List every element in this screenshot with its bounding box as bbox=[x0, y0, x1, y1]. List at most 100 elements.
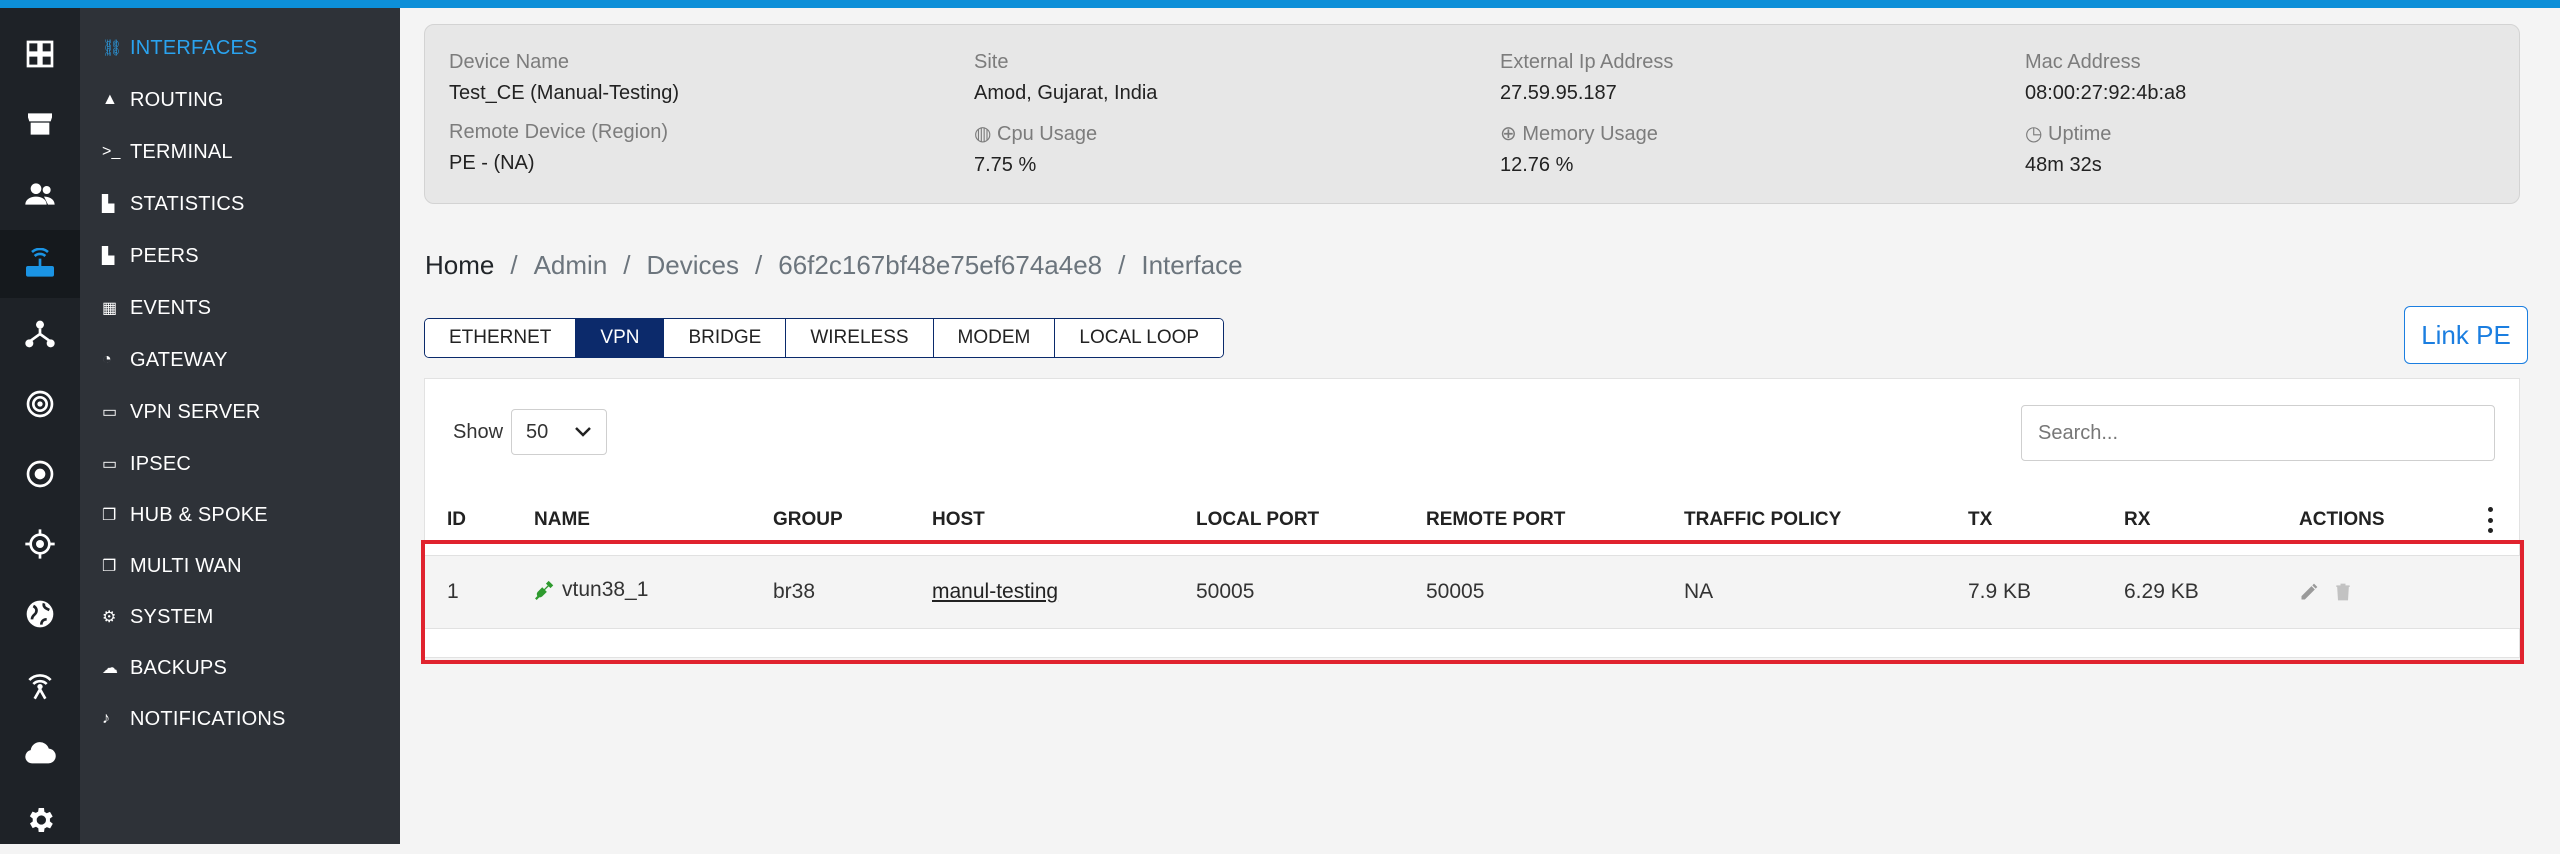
tab-wireless[interactable]: WIRELESS bbox=[786, 319, 934, 357]
column-header-group[interactable]: GROUP bbox=[773, 509, 843, 531]
edit-pencil-icon[interactable] bbox=[2299, 582, 2319, 602]
breadcrumb-device-id[interactable]: 66f2c167bf48e75ef674a4e8 bbox=[778, 250, 1102, 281]
copy-icon: ❐ bbox=[102, 507, 117, 524]
device-name-value: Test_CE (Manual-Testing) bbox=[449, 82, 680, 104]
sidebar-item-system[interactable]: ⚙ SYSTEM bbox=[102, 602, 213, 632]
device-info-card: Device Name Test_CE (Manual-Testing) Sit… bbox=[424, 24, 2520, 204]
delete-trash-icon[interactable] bbox=[2333, 582, 2353, 602]
store-icon[interactable] bbox=[0, 90, 80, 158]
site-label: Site bbox=[974, 51, 1009, 73]
sidebar-item-label: VPN SERVER bbox=[130, 400, 261, 423]
bell-icon: ♪ bbox=[102, 710, 111, 727]
column-header-name[interactable]: NAME bbox=[534, 509, 590, 531]
column-header-rx[interactable]: RX bbox=[2124, 509, 2150, 531]
copy-icon: ❐ bbox=[102, 558, 117, 575]
cell-rx: 6.29 KB bbox=[2124, 580, 2199, 603]
memory-label: ⊕ Memory Usage bbox=[1500, 121, 1658, 146]
tab-modem[interactable]: MODEM bbox=[933, 319, 1056, 357]
cell-remote-port: 50005 bbox=[1426, 580, 1485, 603]
page-size-select[interactable]: 50 bbox=[511, 409, 608, 455]
sidebar-item-notifications[interactable]: ♪ NOTIFICATIONS bbox=[102, 704, 286, 734]
sidebar-item-backups[interactable]: ☁ BACKUPS bbox=[102, 653, 227, 683]
sidebar-item-hub-spoke[interactable]: ❐ HUB & SPOKE bbox=[102, 500, 268, 530]
tab-local-loop[interactable]: LOCAL LOOP bbox=[1055, 319, 1224, 357]
globe-icon[interactable] bbox=[0, 580, 80, 648]
radar-icon[interactable] bbox=[0, 370, 80, 438]
icon-rail bbox=[0, 8, 80, 844]
network-hub-icon[interactable] bbox=[0, 300, 80, 368]
mac-label: Mac Address bbox=[2025, 51, 2141, 73]
external-ip-label: External Ip Address bbox=[1500, 51, 1674, 73]
sidebar-item-peers[interactable]: ▙ PEERS bbox=[102, 241, 199, 271]
breadcrumb-devices[interactable]: Devices bbox=[647, 250, 739, 281]
gauge-icon: ◍ bbox=[974, 123, 998, 145]
sidebar-item-label: BACKUPS bbox=[130, 656, 227, 679]
column-header-remote-port[interactable]: REMOTE PORT bbox=[1426, 509, 1565, 531]
sidebar-item-statistics[interactable]: ▙ STATISTICS bbox=[102, 189, 245, 219]
stopwatch-icon: ◷ bbox=[2025, 123, 2049, 145]
sidebar-menu: ⛓ INTERFACES ▲ ROUTING >_ TERMINAL ▙ STATIST… bbox=[80, 8, 400, 844]
bar-chart-icon: ▙ bbox=[102, 248, 115, 265]
breadcrumb-separator: / bbox=[623, 250, 631, 280]
breadcrumb-home[interactable]: Home bbox=[425, 250, 494, 281]
breadcrumb-separator: / bbox=[1118, 250, 1126, 280]
show-label: Show bbox=[453, 420, 504, 443]
gear-icon: ⚙ bbox=[102, 609, 117, 626]
sidebar-item-events[interactable]: ▦ EVENTS bbox=[102, 293, 211, 323]
table-row[interactable]: 1 vtun38_1 br38 manul-testing 50005 5000… bbox=[425, 555, 2521, 629]
sidebar-item-label: INTERFACES bbox=[130, 36, 258, 59]
sidebar-item-terminal[interactable]: >_ TERMINAL bbox=[102, 137, 233, 167]
sidebar-item-interfaces[interactable]: ⛓ INTERFACES bbox=[102, 33, 258, 63]
site-cell: Site Amod, Gujarat, India bbox=[974, 51, 1157, 105]
column-header-tx[interactable]: TX bbox=[1968, 509, 1992, 531]
users-icon[interactable] bbox=[0, 160, 80, 228]
device-name-cell: Device Name Test_CE (Manual-Testing) bbox=[449, 51, 679, 105]
broadcast-icon[interactable] bbox=[0, 650, 80, 718]
tab-bridge[interactable]: BRIDGE bbox=[664, 319, 787, 357]
sidebar-item-vpn-server[interactable]: ▭ VPN SERVER bbox=[102, 397, 261, 427]
sidebar-item-label: STATISTICS bbox=[130, 192, 245, 215]
sidebar-item-label: PEERS bbox=[130, 244, 199, 267]
cloud-icon[interactable] bbox=[0, 720, 80, 788]
cpu-label: ◍ Cpu Usage bbox=[974, 121, 1097, 146]
column-header-host[interactable]: HOST bbox=[932, 509, 985, 531]
column-header-actions: ACTIONS bbox=[2299, 509, 2385, 530]
sidebar-item-multi-wan[interactable]: ❐ MULTI WAN bbox=[102, 551, 242, 581]
breadcrumb-separator: / bbox=[510, 250, 518, 280]
cell-group: br38 bbox=[773, 580, 816, 603]
column-header-traffic-policy[interactable]: TRAFFIC POLICY bbox=[1684, 509, 1841, 531]
cell-local-port: 50005 bbox=[1196, 580, 1255, 603]
external-ip-value: 27.59.95.187 bbox=[1500, 82, 1617, 104]
road-icon: ▲ bbox=[102, 91, 119, 108]
calendar-icon: ▦ bbox=[102, 300, 118, 317]
search-input[interactable] bbox=[2021, 405, 2495, 461]
column-header-local-port[interactable]: LOCAL PORT bbox=[1196, 509, 1319, 531]
sidebar-item-label: NOTIFICATIONS bbox=[130, 707, 286, 730]
sidebar-item-label: ROUTING bbox=[130, 88, 224, 111]
router-icon[interactable] bbox=[0, 230, 80, 298]
target-icon[interactable] bbox=[0, 440, 80, 508]
cell-id: 1 bbox=[447, 580, 459, 603]
page-size-control: Show 50 bbox=[453, 409, 608, 455]
dashboard-grid-icon[interactable] bbox=[0, 20, 80, 88]
sidebar-item-label: EVENTS bbox=[130, 296, 212, 319]
memory-value: 12.76 % bbox=[1500, 154, 1574, 176]
column-header-id[interactable]: ID bbox=[447, 509, 466, 531]
cell-traffic-policy: NA bbox=[1684, 580, 1714, 603]
tab-ethernet[interactable]: ETHERNET bbox=[425, 319, 577, 357]
tab-vpn[interactable]: VPN bbox=[576, 319, 665, 357]
link-pe-button[interactable]: Link PE bbox=[2404, 306, 2528, 364]
breadcrumb-admin[interactable]: Admin bbox=[534, 250, 608, 281]
interface-type-tabs: ETHERNET VPN BRIDGE WIRELESS MODEM LOCAL… bbox=[424, 318, 1225, 358]
sidebar-item-gateway[interactable]: ◔ GATEWAY bbox=[102, 345, 228, 375]
cell-tx: 7.9 KB bbox=[1968, 580, 2032, 603]
mac-cell: Mac Address 08:00:27:92:4b:a8 bbox=[2025, 51, 2186, 105]
cell-host-link[interactable]: manul-testing bbox=[932, 580, 1058, 604]
sidebar-item-ipsec[interactable]: ▭ IPSEC bbox=[102, 449, 191, 479]
column-options-menu-icon[interactable] bbox=[2485, 507, 2495, 533]
sidebar-item-label: MULTI WAN bbox=[130, 554, 242, 577]
sidebar-item-routing[interactable]: ▲ ROUTING bbox=[102, 85, 224, 115]
uptime-label-text: Uptime bbox=[2048, 123, 2112, 145]
crosshair-icon[interactable] bbox=[0, 510, 80, 578]
link-icon: ⛓ bbox=[102, 40, 123, 57]
